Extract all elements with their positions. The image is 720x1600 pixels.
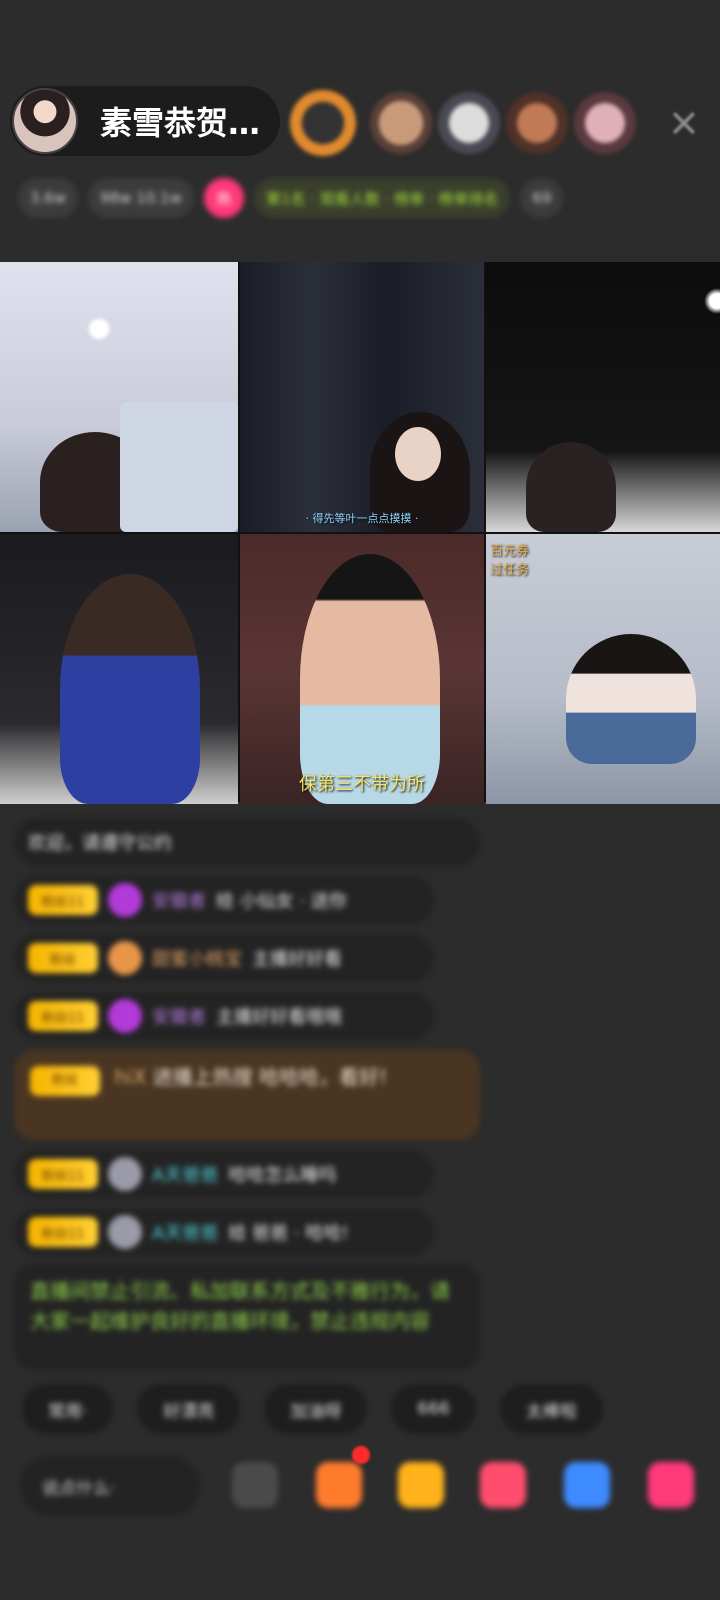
online-count-chip[interactable]: 69 <box>520 178 564 218</box>
chat-message[interactable]: 粉丝 甜蜜小桃宝 主播好好看 <box>14 934 434 982</box>
system-notice: 直播间禁止引流、私加联系方式及不雅行为，请大家一起维护良好的直播环境，禁止违规内… <box>14 1264 480 1370</box>
quick-reply[interactable]: 太棒啦 <box>499 1384 603 1434</box>
gift-box-icon[interactable] <box>316 1462 362 1508</box>
chat-text: 给 小仙女 · 送你 <box>216 891 347 912</box>
avatar <box>108 1157 142 1191</box>
gift-icon[interactable] <box>648 1462 694 1508</box>
avatar <box>108 1215 142 1249</box>
chat-username: 甜蜜小桃宝 <box>152 949 242 970</box>
chat-username: 安徽者 <box>152 891 206 912</box>
chat-text: 主播好好看哦哦 <box>216 1007 342 1028</box>
quick-reply[interactable]: 常用· <box>22 1384 114 1434</box>
video-tile[interactable] <box>486 262 720 532</box>
lamp-light <box>704 288 720 314</box>
viewer-avatar[interactable] <box>290 90 356 156</box>
video-caption: 保第三不带为所 <box>299 774 425 795</box>
performer-figure <box>526 442 616 532</box>
highlight-message[interactable]: 粉丝 hiX 进播上热搜 哈哈哈，看好! <box>14 1050 480 1140</box>
host-info-pill[interactable]: 素雪恭贺… <box>10 86 280 156</box>
notification-dot <box>352 1446 370 1464</box>
host-name: 素雪恭贺… <box>100 104 261 142</box>
video-tile[interactable]: · 得先等叶一点点摸摸 · <box>240 262 484 532</box>
chat-username: 安徽者 <box>152 1007 206 1028</box>
gem-icon <box>108 999 142 1033</box>
performer-figure <box>120 402 238 532</box>
video-caption: · 得先等叶一点点摸摸 · <box>305 512 419 525</box>
performer-figure <box>566 634 696 764</box>
video-tile[interactable] <box>0 534 238 804</box>
chat-message[interactable]: 粉丝11 安徽者 给 小仙女 · 送你 <box>14 876 434 924</box>
game-icon[interactable] <box>564 1462 610 1508</box>
video-tile[interactable]: 保第三不带为所 <box>240 534 484 804</box>
performer-figure <box>300 554 440 804</box>
ranking-chip[interactable]: 第1名 · 观看人数 · 榜单 · 榜单排名 <box>253 178 511 218</box>
fan-badge: 粉丝 <box>28 943 98 973</box>
rank-chip[interactable]: 98w 10.1w <box>88 178 194 218</box>
quick-reply-row: 常用· 好漂亮 加油呀 666 太棒啦 <box>22 1384 603 1434</box>
fan-club-icon[interactable] <box>480 1462 526 1508</box>
room-info-bar: 3.6w 98w 10.1w 热 第1名 · 观看人数 · 榜单 · 榜单排名 … <box>18 172 698 224</box>
close-icon[interactable]: ✕ <box>668 102 700 146</box>
chat-text: 哈哈怎么睡吗 <box>228 1165 337 1186</box>
chat-message[interactable]: 粉丝11 A天爸爸 哈哈怎么睡吗 <box>14 1150 434 1198</box>
fan-badge: 粉丝 <box>30 1066 100 1096</box>
chat-message[interactable]: 粉丝11 安徽者 主播好好看哦哦 <box>14 992 434 1040</box>
chat-input[interactable]: 说点什么· <box>20 1456 200 1516</box>
performer-face <box>395 427 441 481</box>
fan-badge: 粉丝11 <box>28 1159 98 1189</box>
chat-text: 进播上热搜 哈哈哈，看好! <box>152 1065 388 1089</box>
lamp-light <box>86 316 112 342</box>
viewer-avatar[interactable] <box>438 92 500 154</box>
chat-text: 给 爸爸 · 哈哈! <box>228 1223 349 1244</box>
video-tile[interactable]: 百元券 过任务 <box>486 534 720 804</box>
viewer-avatar[interactable] <box>574 92 636 154</box>
fan-badge: 粉丝11 <box>28 1001 98 1031</box>
popularity-chip[interactable]: 3.6w <box>18 178 79 218</box>
welcome-message: 欢迎，请遵守公约 <box>14 818 480 866</box>
fan-badge: 粉丝11 <box>28 1217 98 1247</box>
fan-badge: 粉丝11 <box>28 885 98 915</box>
quick-reply[interactable]: 666 <box>391 1384 476 1434</box>
multi-guest-video-grid: · 得先等叶一点点摸摸 · 保第三不带为所 百元券 过任务 <box>0 262 720 804</box>
video-caption: 百元券 过任务 <box>490 544 530 578</box>
quick-reply[interactable]: 加油呀 <box>264 1384 368 1434</box>
viewer-avatar[interactable] <box>370 92 432 154</box>
chat-username: A天爸爸 <box>152 1165 219 1186</box>
chat-text: 主播好好看 <box>252 949 342 970</box>
chat-username: hiX <box>114 1065 147 1089</box>
chat-username: A天爸爸 <box>152 1223 219 1244</box>
quick-reply[interactable]: 好漂亮 <box>137 1384 241 1434</box>
performer-figure <box>60 574 200 804</box>
host-avatar[interactable] <box>12 88 78 154</box>
emoji-icon[interactable] <box>232 1462 278 1508</box>
gem-icon <box>108 883 142 917</box>
hot-chip[interactable]: 热 <box>203 178 244 218</box>
chat-message[interactable]: 粉丝11 A天爸爸 给 爸爸 · 哈哈! <box>14 1208 434 1256</box>
video-tile[interactable] <box>0 262 238 532</box>
medal-icon <box>108 941 142 975</box>
treasure-icon[interactable] <box>398 1462 444 1508</box>
viewer-avatar[interactable] <box>506 92 568 154</box>
